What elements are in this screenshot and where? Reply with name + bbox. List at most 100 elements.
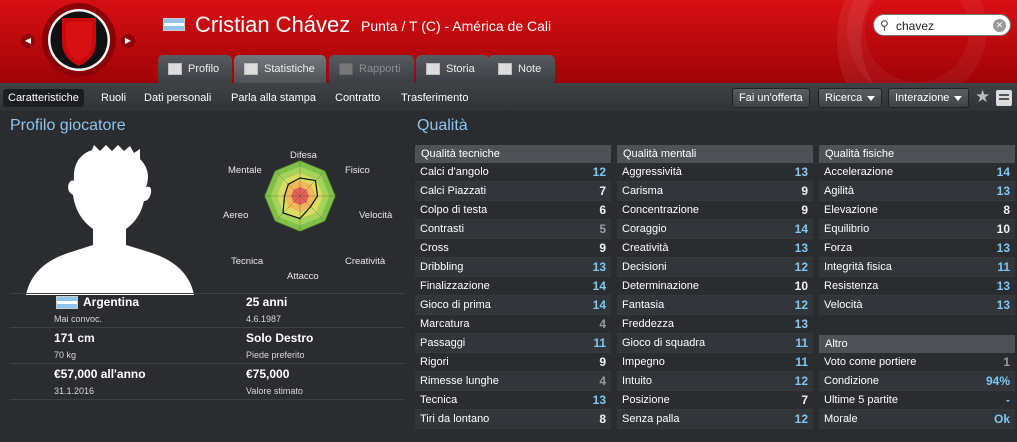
international-caps: Mai convoc. [54,314,103,324]
attribute-row: Cross 9 [415,239,611,258]
make-offer-button[interactable]: Fai un'offerta [732,88,810,108]
attribute-value: 13 [996,279,1010,293]
tab-statistics[interactable]: Statistiche [234,55,326,83]
next-player-button[interactable]: ▶ [121,34,135,48]
menu-icon[interactable] [996,90,1012,106]
attribute-value: - [1006,393,1010,407]
search-input[interactable] [896,18,991,33]
attribute-value: 12 [794,412,808,426]
divider [10,293,405,294]
attribute-row: Posizione 7 [617,391,813,410]
player-name: Cristian Chávez [195,12,351,37]
mental-attributes-table: Qualità mentali Aggressività 13 Carisma 9 Co… [617,145,813,429]
attribute-value: 13 [996,184,1010,198]
attribute-value: 7 [599,184,606,198]
technical-attributes-table: Qualità tecniche Calci d'angolo 12 Calci P… [415,145,611,429]
attribute-name: Rigori [420,356,449,368]
attribute-name: Colpo di testa [420,204,488,216]
subnav-transfer[interactable]: Trasferimento [401,89,468,107]
stats-bars-icon [244,63,258,75]
attribute-value: 14 [592,298,606,312]
search-icon: ⚲ [880,18,889,32]
attribute-name: Contrasti [420,223,465,235]
attribute-name: Marcatura [420,318,470,330]
attribute-row: Carisma 9 [617,182,813,201]
attribute-row: Calci Piazzati 7 [415,182,611,201]
wage: €57,000 all'anno [54,367,146,381]
subnav-roles[interactable]: Ruoli [101,89,126,107]
chevron-down-icon [867,95,876,101]
attribute-row: Passaggi 11 [415,334,611,353]
attribute-name: Posizione [622,394,670,406]
attribute-name: Finalizzazione [420,280,490,292]
attribute-row: Freddezza 13 [617,315,813,334]
subnav-press[interactable]: Parla alla stampa [231,89,316,107]
radar-axis-label: Tecnica [231,256,264,267]
radar-axis-label: Aereo [223,210,248,221]
search-box[interactable]: ⚲ ✕ [873,14,1011,36]
attribute-name: Equilibrio [824,223,870,235]
estimated-value: €75,000 [246,367,290,381]
attribute-value: 13 [794,241,808,255]
attribute-value: 12 [592,165,606,179]
attribute-value: 11 [795,336,808,350]
header-decoration [847,0,987,83]
tab-profile[interactable]: Profilo [158,55,232,83]
search-dropdown-button[interactable]: Ricerca [818,88,883,108]
attribute-value: 94% [985,374,1010,388]
attribute-name: Resistenza [824,280,879,292]
star-icon[interactable]: ★ [975,87,990,107]
attribute-rows: Voto come portiere 1 Condizione 94% Ultime 5… [819,353,1015,429]
profile-section-title: Profilo giocatore [10,117,126,134]
tab-notes[interactable]: Note [488,55,555,83]
attribute-row: Intuito 12 [617,372,813,391]
tab-history[interactable]: Storia [416,55,489,83]
attribute-value: 14 [996,165,1010,179]
attribute-value: 1 [1003,355,1010,369]
table-header: Qualità tecniche [415,145,611,163]
attribute-name: Creatività [622,242,669,254]
attribute-row: Equilibrio 10 [819,220,1015,239]
interaction-dropdown-button[interactable]: Interazione [888,88,970,108]
attribute-row: Condizione 94% [819,372,1015,391]
attribute-row: Decisioni 12 [617,258,813,277]
preferred-foot-label: Piede preferito [246,350,305,360]
attribute-row: Coraggio 14 [617,220,813,239]
attribute-name: Ultime 5 partite [824,394,898,406]
attribute-row: Rimesse lunghe 4 [415,372,611,391]
subnav-attributes[interactable]: Caratteristiche [3,89,84,107]
attribute-rows: Accelerazione 14 Agilità 13 Elevazione 8 Equil… [819,163,1015,315]
attribute-value: 12 [794,298,808,312]
reports-notebook-icon [339,63,353,75]
previous-player-button[interactable]: ◀ [21,34,35,48]
attribute-row: Dribbling 13 [415,258,611,277]
weight: 70 kg [54,350,77,360]
attribute-name: Morale [824,413,858,425]
attribute-row: Creatività 13 [617,239,813,258]
attribute-row: Colpo di testa 6 [415,201,611,220]
attribute-name: Velocità [824,299,863,311]
attribute-value: 12 [794,260,808,274]
profile-card-icon [168,63,182,75]
tab-label: Storia [446,63,475,75]
subnav-contract[interactable]: Contratto [335,89,380,107]
club-crest-icon [42,3,116,77]
height: 171 cm [54,331,95,345]
attribute-value: 7 [801,393,808,407]
attribute-value: 6 [599,203,606,217]
attribute-value: 13 [794,317,808,331]
attribute-rows: Calci d'angolo 12 Calci Piazzati 7 Colpo di … [415,163,611,429]
attribute-value: 14 [592,279,606,293]
argentina-flag-icon [56,296,78,309]
attribute-name: Voto come portiere [824,356,917,368]
estimated-value-label: Valore stimato [246,386,303,396]
attribute-row: Impegno 11 [617,353,813,372]
attribute-name: Cross [420,242,449,254]
attribute-row: Forza 13 [819,239,1015,258]
tab-reports[interactable]: Rapporti [329,55,414,83]
attribute-row: Integrità fisica 11 [819,258,1015,277]
nationality: Argentina [83,295,140,309]
other-attributes-table: Altro Voto come portiere 1 Condizione 94% Ul… [819,335,1015,429]
clear-search-button[interactable]: ✕ [993,19,1006,32]
subnav-personal-details[interactable]: Dati personali [144,89,211,107]
